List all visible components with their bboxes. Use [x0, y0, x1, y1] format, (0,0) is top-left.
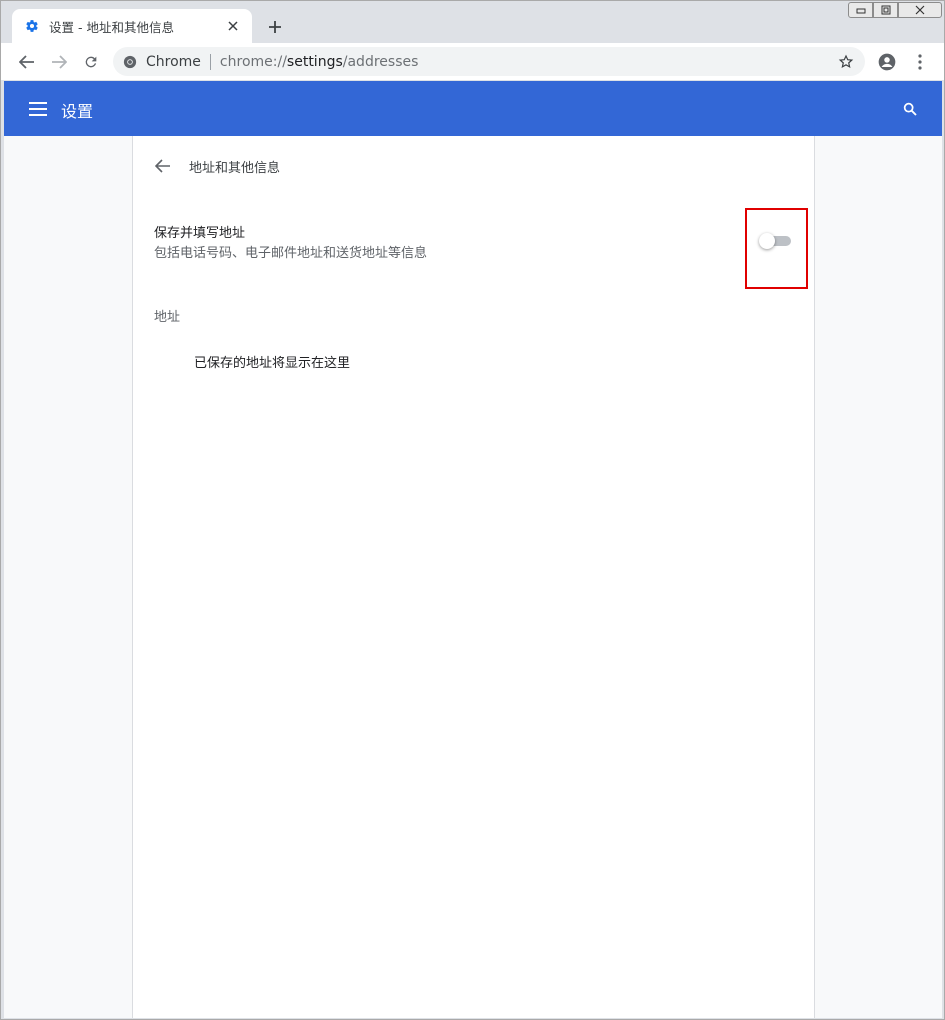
browser-window: 设置 - 地址和其他信息 Chrome chrome://settings/ad…	[0, 0, 945, 1020]
gear-icon	[24, 18, 40, 34]
forward-button[interactable]	[48, 51, 70, 73]
settings-card: 地址和其他信息 保存并填写地址 包括电话号码、电子邮件地址和送货地址等信息 地址…	[132, 136, 815, 1018]
arrow-left-icon	[155, 159, 170, 173]
bookmark-star-button[interactable]	[835, 51, 857, 73]
arrow-right-icon	[52, 55, 67, 69]
url-scheme: chrome://	[219, 53, 287, 70]
tab-settings-addresses[interactable]: 设置 - 地址和其他信息	[12, 9, 252, 43]
close-icon	[915, 5, 925, 15]
reload-button[interactable]	[80, 51, 102, 73]
back-button[interactable]	[16, 51, 38, 73]
restore-icon	[881, 5, 890, 15]
arrow-left-icon	[19, 55, 34, 69]
addresses-section-label: 地址	[154, 310, 181, 325]
address-bar[interactable]: Chrome chrome://settings/addresses	[113, 47, 865, 76]
tab-strip: 设置 - 地址和其他信息	[1, 1, 944, 43]
settings-header: 设置	[4, 81, 942, 136]
settings-title: 设置	[61, 102, 94, 121]
subpage-title: 地址和其他信息	[189, 160, 281, 176]
minimize-button[interactable]	[848, 2, 873, 18]
menu-kebab-button[interactable]	[909, 51, 931, 73]
search-icon	[903, 102, 917, 116]
more-vert-icon	[918, 54, 922, 70]
tab-title: 设置 - 地址和其他信息	[49, 19, 174, 35]
autofill-toggle-subtitle: 包括电话号码、电子邮件地址和送货地址等信息	[154, 246, 428, 261]
close-icon[interactable]	[224, 17, 242, 35]
account-icon	[878, 53, 896, 71]
hamburger-icon	[29, 102, 47, 116]
main-menu-button[interactable]	[26, 97, 50, 121]
plus-icon	[269, 21, 281, 33]
minimize-icon	[856, 8, 865, 14]
subpage-header: 地址和其他信息	[151, 154, 280, 178]
addresses-empty-message: 已保存的地址将显示在这里	[194, 356, 351, 371]
url-host: settings	[286, 53, 343, 70]
window-controls	[848, 2, 942, 18]
url-path: /addresses	[342, 53, 419, 70]
url-text: chrome://settings/addresses	[220, 54, 418, 70]
search-settings-button[interactable]	[898, 97, 922, 121]
chrome-icon	[123, 55, 137, 68]
profile-button[interactable]	[876, 51, 898, 73]
browser-toolbar: Chrome chrome://settings/addresses	[1, 43, 944, 80]
subpage-back-button[interactable]	[151, 154, 175, 178]
window-close-button[interactable]	[898, 2, 942, 18]
autofill-toggle-title: 保存并填写地址	[154, 226, 246, 241]
omnibox-separator	[209, 53, 211, 70]
omnibox-chrome-label: Chrome	[146, 53, 201, 70]
star-icon	[838, 54, 854, 69]
highlight-annotation	[745, 208, 808, 289]
reload-icon	[85, 56, 97, 68]
restore-button[interactable]	[873, 2, 898, 18]
new-tab-button[interactable]	[263, 15, 287, 39]
